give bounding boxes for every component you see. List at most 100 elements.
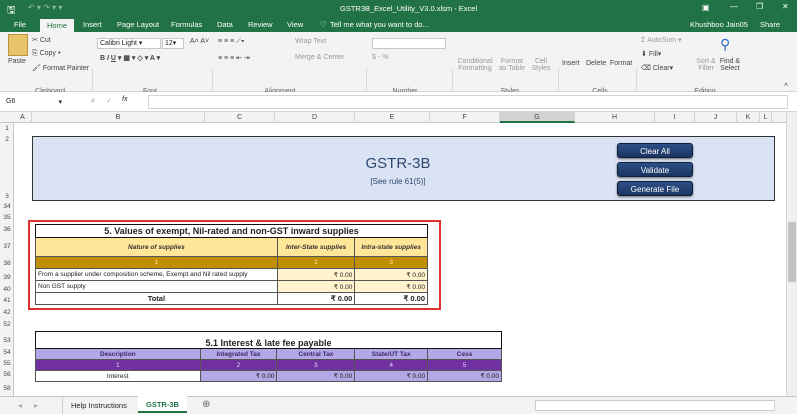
formula-input[interactable] bbox=[148, 95, 788, 109]
sort-filter-button[interactable]: Sort & Filter bbox=[694, 58, 718, 72]
tab-page-layout[interactable]: Page Layout bbox=[117, 20, 159, 29]
total-inter: ₹ 0.00 bbox=[276, 292, 356, 305]
scroll-sheets-right[interactable]: ▸ bbox=[34, 401, 38, 410]
row-header-37[interactable]: 37 bbox=[0, 243, 14, 250]
share-button[interactable]: Share bbox=[760, 20, 780, 29]
conditional-formatting-button[interactable]: Conditional Formatting bbox=[456, 58, 494, 72]
font-size-select[interactable]: 12▾ bbox=[162, 38, 184, 49]
row-header-58[interactable]: 58 bbox=[0, 385, 14, 392]
row-header-53[interactable]: 53 bbox=[0, 337, 14, 344]
row-header-38[interactable]: 38 bbox=[0, 260, 14, 267]
column-header-J[interactable]: J bbox=[695, 112, 737, 123]
column-header-C[interactable]: C bbox=[205, 112, 275, 123]
row-header-2[interactable]: 2 bbox=[0, 136, 14, 143]
tab-home[interactable]: Home bbox=[40, 19, 75, 32]
add-sheet-button[interactable]: ⊕ bbox=[202, 399, 210, 410]
row-header-35[interactable]: 35 bbox=[0, 214, 14, 221]
ribbon-display-icon[interactable]: ▣ bbox=[702, 3, 710, 12]
row-header-56[interactable]: 56 bbox=[0, 371, 14, 378]
format-painter-button[interactable]: 🖌 Format Painter bbox=[32, 64, 89, 72]
cancel-icon[interactable]: ✕ bbox=[90, 97, 96, 105]
column-header-I[interactable]: I bbox=[655, 112, 695, 123]
row-header-39[interactable]: 39 bbox=[0, 274, 14, 281]
insert-cells-button[interactable]: Insert bbox=[562, 60, 580, 67]
cell-styles-button[interactable]: Cell Styles bbox=[530, 58, 552, 72]
format-as-table-button[interactable]: Format as Table bbox=[497, 58, 527, 72]
cess-cell[interactable]: ₹ 0.00 bbox=[427, 370, 502, 382]
enter-icon[interactable]: ✓ bbox=[106, 97, 112, 105]
row-header-1[interactable]: 1 bbox=[0, 125, 14, 132]
sheet-tab-help[interactable]: Help Instructions bbox=[62, 397, 135, 414]
sheet-tab-gstr3b[interactable]: GSTR-3B bbox=[138, 396, 187, 413]
number-format-buttons[interactable]: $ - % bbox=[372, 54, 388, 61]
clear-button[interactable]: ⌫ Clear▾ bbox=[641, 64, 673, 72]
wrap-text-button[interactable]: Wrap Text bbox=[295, 38, 326, 45]
font-name-select[interactable]: Calibri Light ▾ bbox=[97, 38, 161, 49]
row-header-41[interactable]: 41 bbox=[0, 297, 14, 304]
align-horizontal-buttons[interactable]: ≡ ≡ ≡ ⇤ ⇥ bbox=[218, 54, 250, 62]
user-name[interactable]: Khushboo Jain05 bbox=[690, 20, 748, 29]
row-header-55[interactable]: 55 bbox=[0, 360, 14, 367]
font-grow-shrink-icons[interactable]: A˄ A˅ bbox=[190, 38, 209, 45]
column-header-H[interactable]: H bbox=[575, 112, 655, 123]
insert-function-button[interactable]: fx bbox=[122, 96, 127, 103]
intra-state-cell[interactable]: ₹ 0.00 bbox=[354, 280, 428, 293]
font-format-buttons[interactable]: B I U ▾ ▦ ▾ ◇ ▾ A ▾ bbox=[100, 54, 160, 62]
minimize-button[interactable]: — bbox=[730, 2, 738, 11]
central-tax-cell[interactable]: ₹ 0.00 bbox=[276, 370, 356, 382]
tab-view[interactable]: View bbox=[287, 20, 303, 29]
horizontal-scrollbar[interactable] bbox=[535, 400, 775, 411]
tab-formulas[interactable]: Formulas bbox=[171, 20, 202, 29]
column-header-B[interactable]: B bbox=[32, 112, 205, 123]
paste-button[interactable]: Paste bbox=[8, 58, 26, 65]
name-box[interactable]: G6 ▾ bbox=[4, 96, 64, 108]
fill-button[interactable]: ⬇ Fill▾ bbox=[641, 50, 661, 58]
row-header-40[interactable]: 40 bbox=[0, 286, 14, 293]
undo-icon[interactable]: ↶ ▾ ↷ ▾ ▾ bbox=[28, 3, 62, 12]
clear-all-button[interactable]: Clear All bbox=[617, 143, 693, 158]
tab-review[interactable]: Review bbox=[248, 20, 273, 29]
number-format-select[interactable] bbox=[372, 38, 446, 49]
close-button[interactable]: ✕ bbox=[782, 2, 789, 11]
row-header-52[interactable]: 52 bbox=[0, 321, 14, 328]
collapse-ribbon-icon[interactable]: ˄ bbox=[784, 82, 788, 89]
table51-number: 3 bbox=[276, 359, 356, 371]
generate-file-button[interactable]: Generate File bbox=[617, 181, 693, 196]
row-header-42[interactable]: 42 bbox=[0, 309, 14, 316]
row-header-36[interactable]: 36 bbox=[0, 226, 14, 233]
tab-insert[interactable]: Insert bbox=[83, 20, 102, 29]
find-select-button[interactable]: Find & Select bbox=[718, 58, 742, 72]
column-header-E[interactable]: E bbox=[355, 112, 430, 123]
row-header-3[interactable]: 3 bbox=[0, 193, 14, 200]
column-header-A[interactable]: A bbox=[14, 112, 32, 123]
column-header-F[interactable]: F bbox=[430, 112, 500, 123]
column-header-K[interactable]: K bbox=[737, 112, 760, 123]
column-header-G[interactable]: G bbox=[500, 112, 575, 123]
autosum-button[interactable]: Σ AutoSum ▾ bbox=[641, 36, 682, 44]
column-header-D[interactable]: D bbox=[275, 112, 355, 123]
merge-center-button[interactable]: Merge & Center bbox=[295, 54, 344, 61]
delete-cells-button[interactable]: Delete bbox=[586, 60, 606, 67]
integrated-tax-cell[interactable]: ₹ 0.00 bbox=[199, 370, 278, 382]
restore-button[interactable]: ❐ bbox=[756, 2, 763, 11]
validate-button[interactable]: Validate bbox=[617, 162, 693, 177]
copy-button[interactable]: ⎘ Copy ▾ bbox=[32, 50, 61, 58]
scroll-sheets-left[interactable]: ◂ bbox=[18, 401, 22, 410]
column-header-L[interactable]: L bbox=[760, 112, 772, 123]
tab-data[interactable]: Data bbox=[217, 20, 233, 29]
tab-file[interactable]: File bbox=[14, 20, 26, 29]
cut-button[interactable]: ✂ Cut bbox=[32, 36, 51, 44]
tell-me-search[interactable]: Tell me what you want to do... bbox=[330, 20, 429, 29]
intra-state-cell[interactable]: ₹ 0.00 bbox=[354, 268, 428, 281]
format-cells-button[interactable]: Format bbox=[610, 60, 632, 67]
inter-state-cell[interactable]: ₹ 0.00 bbox=[276, 268, 356, 281]
vertical-scrollbar[interactable] bbox=[786, 112, 797, 396]
row-header-34[interactable]: 34 bbox=[0, 203, 14, 210]
state-tax-cell[interactable]: ₹ 0.00 bbox=[354, 370, 429, 382]
align-top-buttons[interactable]: ≡ ≡ ≡ ⟋▾ bbox=[218, 38, 244, 46]
row-header-54[interactable]: 54 bbox=[0, 349, 14, 356]
scroll-thumb[interactable] bbox=[788, 222, 796, 282]
table5-header-inter: Inter-State supplies bbox=[276, 237, 356, 257]
inter-state-cell[interactable]: ₹ 0.00 bbox=[276, 280, 356, 293]
paste-icon[interactable] bbox=[8, 34, 28, 56]
